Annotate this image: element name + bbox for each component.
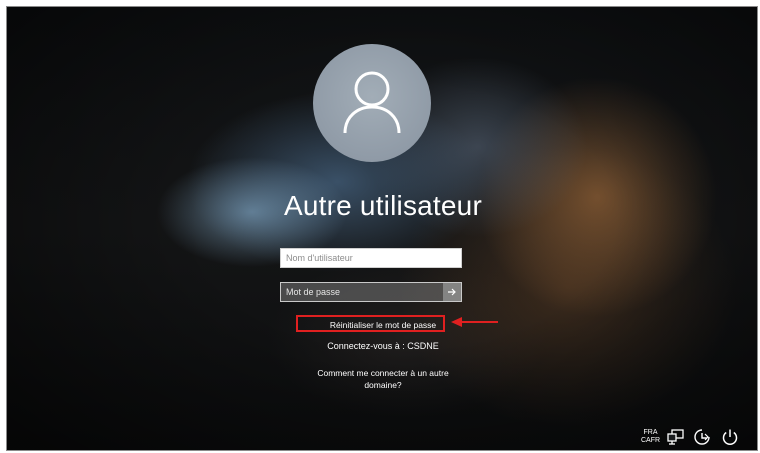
keyboard-layout: CAFR [641,437,661,444]
password-field [280,282,462,302]
power-icon[interactable] [721,428,739,446]
user-avatar [313,44,431,162]
arrow-right-icon [448,288,456,296]
submit-button[interactable] [443,283,461,301]
password-input[interactable] [281,283,451,301]
reset-password-link[interactable]: Réinitialiser le mot de passe [7,320,757,330]
connect-to-domain-text: Connectez-vous à : CSDNE [327,341,439,351]
other-domain-link[interactable]: Comment me connecter à un autre domaine? [303,367,463,391]
user-icon [343,71,401,134]
lock-screen: Autre utilisateur Réinitialiser le mot d… [6,6,758,451]
user-name-title: Autre utilisateur [284,190,482,221]
accessibility-icon[interactable] [693,428,711,446]
username-input[interactable] [280,248,462,268]
language-indicator[interactable]: FRA CAFR [641,429,660,445]
annotation-arrow-icon [451,317,498,327]
language-code: FRA [643,429,658,436]
network-icon[interactable] [667,428,685,446]
